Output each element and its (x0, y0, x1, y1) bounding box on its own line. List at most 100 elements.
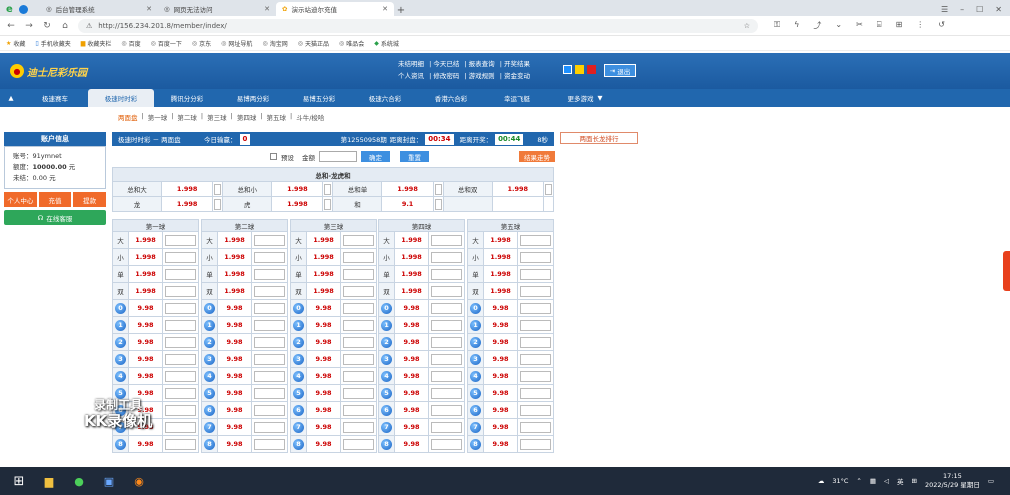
scroll-side-tab[interactable] (1003, 251, 1010, 291)
windows-start-icon[interactable]: ⊞ (8, 470, 30, 492)
bet-input[interactable] (429, 387, 464, 399)
bet-input[interactable] (341, 251, 376, 263)
bet-input[interactable] (163, 234, 198, 246)
bet-input[interactable] (518, 302, 553, 314)
bet-input[interactable] (341, 336, 376, 348)
bet-input[interactable] (341, 421, 376, 433)
row-label: 1 (379, 317, 395, 333)
bet-input[interactable] (163, 319, 198, 331)
bet-input[interactable] (341, 353, 376, 365)
bet-input[interactable] (518, 234, 553, 246)
explorer-icon[interactable]: ▆ (38, 470, 60, 492)
bet-input[interactable] (252, 438, 287, 450)
bet-input[interactable] (429, 302, 464, 314)
bet-input[interactable] (518, 404, 553, 416)
bet-input[interactable] (429, 268, 464, 280)
bet-input[interactable] (341, 234, 376, 246)
bet-input[interactable] (429, 251, 464, 263)
bet-input[interactable] (518, 268, 553, 280)
bet-input[interactable] (429, 421, 464, 433)
number-ball-icon: 6 (381, 404, 392, 416)
bet-input[interactable] (252, 268, 287, 280)
bet-input[interactable] (163, 404, 198, 416)
bet-input[interactable] (429, 438, 464, 450)
bet-input[interactable] (163, 336, 198, 348)
bet-input[interactable] (429, 234, 464, 246)
bet-input[interactable] (252, 370, 287, 382)
bet-input[interactable] (341, 404, 376, 416)
bet-input[interactable] (518, 251, 553, 263)
ime-indicator[interactable]: 英 (897, 476, 904, 486)
bet-input[interactable] (429, 353, 464, 365)
bet-input[interactable] (163, 251, 198, 263)
bet-input[interactable] (163, 421, 198, 433)
recorder-app-icon[interactable]: ◉ (128, 470, 150, 492)
bet-input[interactable] (518, 421, 553, 433)
odds-value: 9.98 (307, 436, 341, 452)
bet-input[interactable] (163, 438, 198, 450)
bet-input[interactable] (252, 251, 287, 263)
row-label: 小 (202, 249, 218, 265)
bet-input[interactable] (252, 302, 287, 314)
bet-input[interactable] (429, 404, 464, 416)
bet-input[interactable] (163, 268, 198, 280)
network-icon[interactable]: ▦ (870, 477, 876, 485)
bet-input[interactable] (429, 370, 464, 382)
row-label: 3 (468, 351, 484, 367)
row-label: 小 (291, 249, 307, 265)
bet-input[interactable] (429, 336, 464, 348)
pc-icon[interactable]: ▣ (98, 470, 120, 492)
bet-input[interactable] (252, 319, 287, 331)
bet-input[interactable] (252, 387, 287, 399)
bet-input[interactable] (163, 302, 198, 314)
notification-icon[interactable]: ▭ (988, 477, 994, 485)
clock[interactable]: 17:15 2022/5/29 星期日 (925, 472, 980, 490)
bet-input[interactable] (518, 285, 553, 297)
bet-input[interactable] (518, 387, 553, 399)
bet-input[interactable] (518, 438, 553, 450)
ime-grid-icon[interactable]: ⊞ (911, 477, 916, 485)
bet-input[interactable] (163, 353, 198, 365)
bet-input[interactable] (341, 285, 376, 297)
number-ball-icon: 0 (381, 302, 392, 314)
bet-input[interactable] (252, 234, 287, 246)
odds-value: 9.98 (218, 317, 252, 333)
bet-input[interactable] (341, 302, 376, 314)
bet-input[interactable] (252, 353, 287, 365)
bet-input[interactable] (518, 336, 553, 348)
bet-input[interactable] (163, 387, 198, 399)
bet-input[interactable] (252, 421, 287, 433)
table-row: 1 9.98 (112, 317, 199, 334)
row-label: 5 (202, 385, 218, 401)
bet-input[interactable] (163, 285, 198, 297)
bet-input[interactable] (518, 319, 553, 331)
row-label: 5 (291, 385, 307, 401)
bet-input[interactable] (341, 319, 376, 331)
bet-input[interactable] (341, 387, 376, 399)
browser-app-icon[interactable]: ● (68, 470, 90, 492)
bet-input[interactable] (252, 336, 287, 348)
number-ball-icon: 3 (204, 353, 215, 365)
bet-input[interactable] (252, 404, 287, 416)
row-label: 7 (468, 419, 484, 435)
bet-input[interactable] (163, 370, 198, 382)
chevron-up-icon[interactable]: ⌃ (856, 477, 861, 485)
table-row: 双 1.998 (467, 283, 554, 300)
bet-input[interactable] (429, 285, 464, 297)
bet-input[interactable] (341, 438, 376, 450)
bet-input[interactable] (429, 319, 464, 331)
bet-input[interactable] (518, 353, 553, 365)
odds-value: 1.998 (395, 249, 429, 265)
row-label: 2 (202, 334, 218, 350)
bet-input[interactable] (518, 370, 553, 382)
odds-value: 9.98 (218, 351, 252, 367)
volume-icon[interactable]: ◁ (884, 477, 889, 485)
row-label: 7 (379, 419, 395, 435)
odds-value: 9.98 (307, 334, 341, 350)
bet-input[interactable] (341, 370, 376, 382)
bet-input[interactable] (341, 268, 376, 280)
bet-input[interactable] (252, 285, 287, 297)
table-row: 1 9.98 (467, 317, 554, 334)
row-label: 1 (113, 317, 129, 333)
table-row: 6 9.98 (378, 402, 465, 419)
